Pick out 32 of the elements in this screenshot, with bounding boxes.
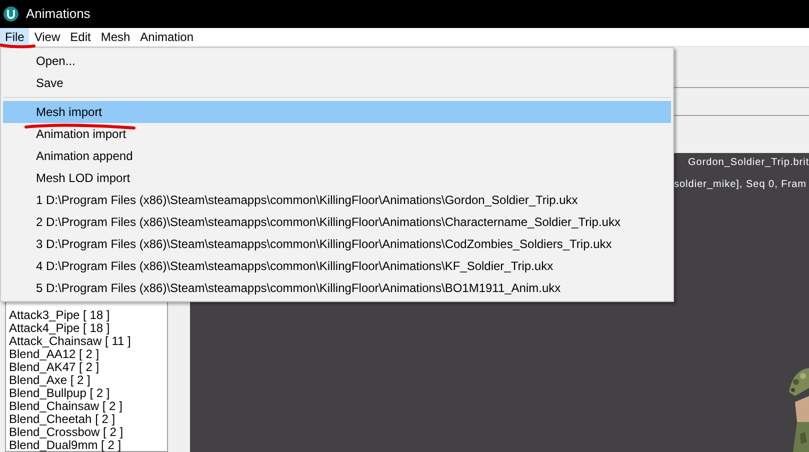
menu-bar-item[interactable]: Animation	[135, 28, 199, 46]
menu-item[interactable]: Mesh import	[3, 101, 671, 123]
sequence-list-item[interactable]: Attack4_Pipe [ 18 ]	[9, 322, 167, 335]
menu-bar-item[interactable]: Edit	[65, 28, 96, 46]
menu-item[interactable]: 2 D:\Program Files (x86)\Steam\steamapps\common\KillingFloor\Animations\Charactername_Soldier_Trip.ukx	[3, 211, 671, 233]
menu-item[interactable]: 3 D:\Program Files (x86)\Steam\steamapps\common\KillingFloor\Animations\CodZombies_Soldiers_Trip.ukx	[3, 233, 671, 255]
sequence-list-item[interactable]: Blend_Axe [ 2 ]	[9, 374, 167, 387]
menu-bar-item[interactable]: Mesh	[96, 28, 136, 46]
menu-item[interactable]: 1 D:\Program Files (x86)\Steam\steamapps\common\KillingFloor\Animations\Gordon_Soldier_Trip.ukx	[3, 189, 671, 211]
menu-item[interactable]: 5 D:\Program Files (x86)\Steam\steamapps\common\KillingFloor\Animations\BO1M1911_Anim.ukx	[3, 277, 671, 299]
window-title: Animations	[26, 5, 90, 24]
menu-item[interactable]: Open...	[3, 50, 671, 72]
viewport-info: soldier_mike], Seq 0, Fram	[674, 178, 806, 192]
viewport-header: Gordon_Soldier_Trip.brit	[688, 156, 809, 170]
menu-item[interactable]: Save	[3, 72, 671, 94]
sequence-list-item[interactable]: Blend_Dual9mm [ 2 ]	[9, 439, 167, 452]
sequence-list-item[interactable]: Blend_AA12 [ 2 ]	[9, 348, 167, 361]
menu-item[interactable]: Animation append	[3, 145, 671, 167]
sequence-list-item[interactable]: Blend_Bullpup [ 2 ]	[9, 387, 167, 400]
sequence-list-item[interactable]: Blend_Crossbow [ 2 ]	[9, 426, 167, 439]
sequence-list-item[interactable]: Blend_AK47 [ 2 ]	[9, 361, 167, 374]
sequence-list-item[interactable]: Attack3_Pipe [ 18 ]	[9, 309, 167, 322]
annotation-underline	[0, 43, 36, 49]
menu-bar-item[interactable]: View	[29, 28, 66, 46]
menu-item[interactable]: Mesh LOD import	[3, 167, 671, 189]
app-logo-icon	[3, 6, 19, 22]
sequence-list-item[interactable]: Blend_Chainsaw [ 2 ]	[9, 400, 167, 413]
menu-bar-item[interactable]: File	[0, 28, 30, 46]
menu-item[interactable]: Animation import	[3, 123, 671, 145]
sequence-list-item[interactable]: Attack_Chainsaw [ 11 ]	[9, 335, 167, 348]
sequence-list-item[interactable]: Blend_Cheetah [ 2 ]	[9, 413, 167, 426]
menu-item[interactable]: 4 D:\Program Files (x86)\Steam\steamapps\common\KillingFloor\Animations\KF_Soldier_Trip.ukx	[3, 255, 671, 277]
